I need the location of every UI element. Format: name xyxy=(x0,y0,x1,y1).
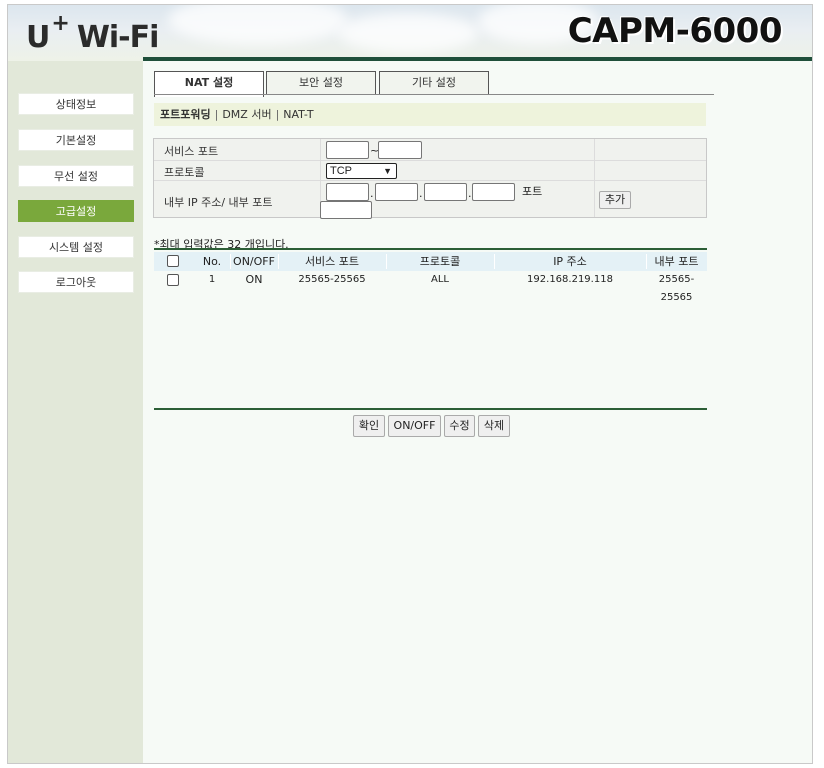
ip-dot: . xyxy=(419,187,423,200)
column-header-service-port: 서비스 포트 xyxy=(304,255,360,268)
table-header: No. ON/OFF 서비스 포트 프로토콜 IP 주소 내부 포트 xyxy=(154,252,707,271)
table-bottom-line xyxy=(154,408,707,410)
sidebar-item-advanced[interactable]: 고급설정 xyxy=(18,200,134,222)
sidebar-item-basic[interactable]: 기본설정 xyxy=(18,129,134,151)
cell-ip: 192.168.219.118 xyxy=(527,274,613,285)
table-top-line xyxy=(154,248,707,250)
internal-port-input[interactable] xyxy=(320,201,372,219)
protocol-selected-value: TCP xyxy=(330,165,352,177)
port-label: 포트 xyxy=(522,185,543,198)
sidebar-item-status[interactable]: 상태정보 xyxy=(18,93,134,115)
sidebar-item-system[interactable]: 시스템 설정 xyxy=(18,236,134,258)
brand-plus: + xyxy=(51,11,69,36)
chevron-down-icon: ▼ xyxy=(383,166,392,176)
delete-button[interactable]: 삭제 xyxy=(478,415,510,437)
cloud-decoration xyxy=(338,13,478,53)
sidebar: 상태정보 기본설정 무선 설정 고급설정 시스템 설정 로그아웃 xyxy=(8,61,143,763)
cloud-decoration xyxy=(168,5,348,45)
tab-security[interactable]: 보안 설정 xyxy=(266,71,376,95)
protocol-select[interactable]: TCP ▼ xyxy=(326,163,397,179)
service-port-label: 서비스 포트 xyxy=(164,145,219,158)
column-header-ip: IP 주소 xyxy=(553,255,587,268)
confirm-button[interactable]: 확인 xyxy=(353,415,385,437)
edit-button[interactable]: 수정 xyxy=(444,415,475,437)
brand-logo: U+ Wi-Fi xyxy=(26,11,160,55)
cell-no: 1 xyxy=(208,274,216,285)
subnav-port-forwarding[interactable]: 포트포워딩 xyxy=(160,108,211,121)
column-header-no: No. xyxy=(202,255,222,268)
subnav-nat-t[interactable]: NAT-T xyxy=(283,108,313,121)
header-divider xyxy=(143,57,812,61)
ip-octet-4-input[interactable] xyxy=(472,183,515,201)
subnav-dmz[interactable]: DMZ 서버 xyxy=(222,108,271,121)
protocol-label: 프로토콜 xyxy=(164,166,205,179)
row-checkbox[interactable] xyxy=(167,274,179,286)
subnav: 포트포워딩 | DMZ 서버 | NAT-T xyxy=(154,103,706,126)
cell-service-port: 25565-25565 xyxy=(298,274,366,285)
ip-octet-1-input[interactable] xyxy=(326,183,369,201)
sidebar-item-wireless[interactable]: 무선 설정 xyxy=(18,165,134,187)
column-header-internal-port: 내부 포트 xyxy=(654,255,699,268)
cell-internal-port: 25565-25565 xyxy=(658,274,695,303)
brand-u: U xyxy=(26,20,50,55)
subnav-separator: | xyxy=(275,108,280,121)
table-row: 1 ON 25565-25565 ALL 192.168.219.118 255… xyxy=(154,271,707,303)
tab-underline xyxy=(154,94,714,95)
brand-wifi: Wi-Fi xyxy=(76,20,160,55)
cell-protocol: ALL xyxy=(431,274,449,285)
tab-other[interactable]: 기타 설정 xyxy=(379,71,489,95)
column-header-protocol: 프로토콜 xyxy=(419,255,461,268)
add-button[interactable]: 추가 xyxy=(599,191,631,209)
column-header-onoff: ON/OFF xyxy=(233,255,275,268)
app-window: U+ Wi-Fi CAPM-6000 상태정보 기본설정 무선 설정 고급설정 시… xyxy=(7,4,813,764)
internal-ip-port-label: 내부 IP 주소/ 내부 포트 xyxy=(164,196,273,209)
service-port-end-input[interactable] xyxy=(378,141,422,159)
form-row-internal: 내부 IP 주소/ 내부 포트 . . . 포트 추가 xyxy=(154,181,706,219)
model-name: CAPM-6000 xyxy=(567,11,783,51)
form-row-protocol: 프로토콜 TCP ▼ xyxy=(154,161,706,181)
ip-octet-2-input[interactable] xyxy=(375,183,418,201)
select-all-checkbox[interactable] xyxy=(167,255,179,267)
cell-onoff: ON xyxy=(245,273,263,286)
subnav-separator: | xyxy=(214,108,219,121)
port-forward-form: 서비스 포트 ~ 프로토콜 TCP ▼ 내부 IP 주소/ 내부 포트 . . … xyxy=(153,138,707,219)
sidebar-item-logout[interactable]: 로그아웃 xyxy=(18,271,134,293)
ip-octet-3-input[interactable] xyxy=(424,183,467,201)
header-banner: U+ Wi-Fi CAPM-6000 xyxy=(8,5,812,61)
onoff-button[interactable]: ON/OFF xyxy=(388,415,441,437)
form-row-service-port: 서비스 포트 ~ xyxy=(154,139,706,161)
service-port-start-input[interactable] xyxy=(326,141,369,159)
ip-dot: . xyxy=(468,187,472,200)
ip-dot: . xyxy=(370,187,374,200)
